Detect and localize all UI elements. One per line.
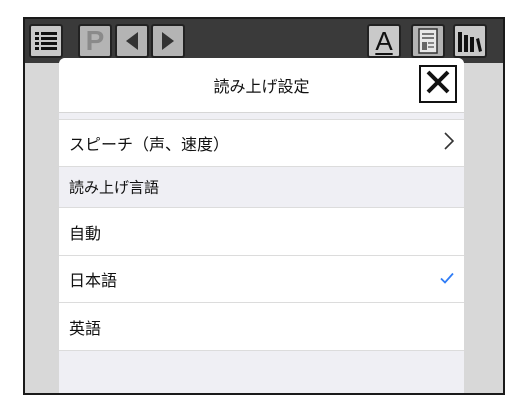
language-section-title: 読み上げ言語 (69, 178, 160, 197)
panel-title: 読み上げ設定 (213, 77, 310, 96)
top-toolbar: P A (25, 19, 503, 63)
language-label: 自動 (69, 223, 102, 243)
language-row-japanese[interactable]: 日本語 (59, 256, 464, 303)
language-section-header: 読み上げ言語 (59, 167, 464, 208)
panel-header: 読み上げ設定 (59, 58, 464, 113)
language-label: 日本語 (69, 271, 118, 290)
books-icon (457, 29, 483, 53)
language-label: 英語 (69, 318, 102, 338)
list-menu-button[interactable] (29, 24, 63, 58)
document-icon (417, 28, 439, 54)
chevron-right-icon (444, 132, 455, 154)
list-icon (34, 30, 58, 52)
close-button[interactable] (419, 65, 457, 103)
page-button[interactable]: P (78, 24, 112, 58)
triangle-right-icon (159, 30, 177, 52)
document-button[interactable] (411, 24, 445, 58)
language-row-auto[interactable]: 自動 (59, 208, 464, 256)
speech-settings-label: スピーチ（声、速度） (69, 135, 230, 154)
prev-button[interactable] (115, 24, 149, 58)
device-frame: P A 読み上げ設定 スピーチ（声、速度） 読み上げ言語 自動 日本語 英語 (23, 17, 505, 395)
close-x-icon (425, 69, 451, 99)
font-button-label: A (375, 26, 393, 56)
language-row-english[interactable]: 英語 (59, 303, 464, 351)
page-button-label: P (85, 25, 105, 56)
font-button[interactable]: A (367, 24, 401, 58)
speech-settings-row[interactable]: スピーチ（声、速度） (59, 119, 464, 167)
next-button[interactable] (151, 24, 185, 58)
library-button[interactable] (453, 24, 487, 58)
triangle-left-icon (123, 30, 141, 52)
checkmark-icon (440, 270, 454, 289)
reading-settings-panel: 読み上げ設定 スピーチ（声、速度） 読み上げ言語 自動 日本語 英語 (59, 58, 464, 393)
